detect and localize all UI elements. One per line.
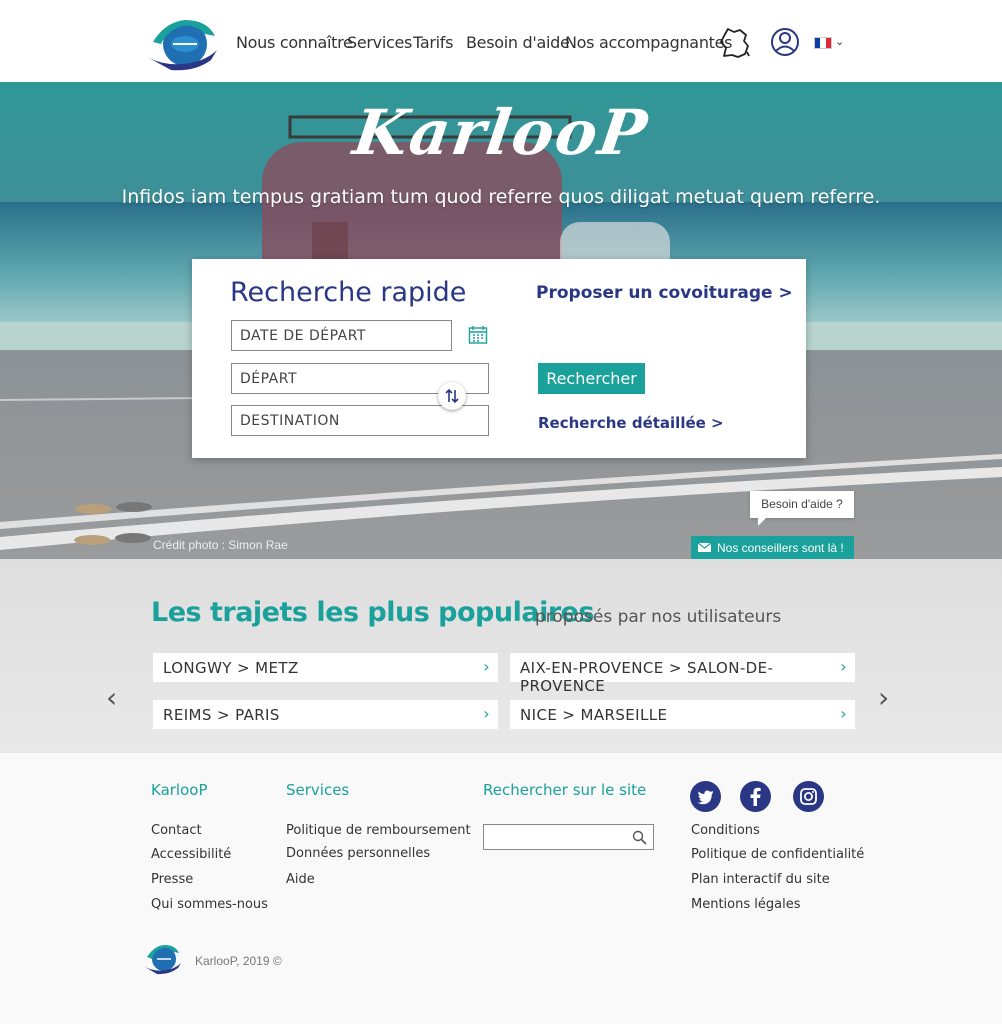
nav-tarifs[interactable]: Tarifs	[413, 33, 453, 52]
route-label: LONGWY > METZ	[163, 659, 299, 677]
route-item[interactable]: NICE > MARSEILLE ›	[510, 700, 855, 729]
route-label: NICE > MARSEILLE	[520, 706, 668, 724]
swap-arrows-icon	[445, 388, 459, 404]
footer-link-qui-sommes-nous[interactable]: Qui sommes-nous	[151, 897, 268, 912]
route-item[interactable]: REIMS > PARIS ›	[153, 700, 498, 729]
detailed-search-link[interactable]: Recherche détaillée >	[538, 414, 724, 432]
facebook-icon[interactable]	[740, 781, 771, 812]
instagram-icon[interactable]	[793, 781, 824, 812]
route-item[interactable]: LONGWY > METZ ›	[153, 653, 498, 682]
hero-brand-title: KarlooP	[349, 96, 653, 169]
nav-nos-accompagnantes[interactable]: Nos accompagnantes	[565, 33, 733, 52]
advisors-chat-button[interactable]: Nos conseillers sont là !	[691, 536, 854, 559]
popular-routes-section: Les trajets les plus populaires proposés…	[0, 559, 1002, 753]
footer-link-contact[interactable]: Contact	[151, 823, 202, 838]
footer-copyright: KarlooP, 2019 ©	[195, 954, 282, 968]
swap-locations-button[interactable]	[438, 382, 466, 410]
popular-routes-subtitle: proposés par nos utilisateurs	[535, 607, 782, 627]
karloop-logo[interactable]	[145, 12, 221, 72]
footer-search-input[interactable]	[483, 824, 654, 850]
hero-tagline: Infidos iam tempus gratiam tum quod refe…	[121, 186, 881, 208]
nav-nous-connaitre[interactable]: Nous connaître	[236, 33, 353, 52]
site-header: Nous connaître Services Tarifs Besoin d'…	[0, 0, 1002, 82]
search-icon[interactable]	[632, 830, 647, 845]
france-map-icon[interactable]	[718, 26, 752, 60]
chevron-right-icon: ›	[840, 657, 847, 676]
footer-link-confidentialite[interactable]: Politique de confidentialité	[691, 847, 864, 862]
user-icon[interactable]	[770, 27, 800, 57]
propose-carpool-link[interactable]: Proposer un covoiturage >	[536, 283, 793, 303]
photo-credit: Crédit photo : Simon Rae	[153, 538, 288, 552]
site-footer: KarlooP Contact Accessibilité Presse Qui…	[0, 753, 1002, 1024]
carousel-next-icon[interactable]: ›	[878, 681, 889, 714]
twitter-icon[interactable]	[690, 781, 721, 812]
departure-date-field[interactable]: DATE DE DÉPART	[231, 320, 452, 351]
mail-icon	[698, 543, 711, 552]
hero-banner: KarlooP Infidos iam tempus gratiam tum q…	[0, 82, 1002, 559]
nav-besoin-aide[interactable]: Besoin d'aide	[466, 33, 570, 52]
footer-link-presse[interactable]: Presse	[151, 872, 193, 887]
footer-link-accessibilite[interactable]: Accessibilité	[151, 847, 231, 862]
footer-link-donnees-personnelles[interactable]: Données personnelles	[286, 846, 430, 861]
footer-link-aide[interactable]: Aide	[286, 872, 315, 887]
footer-link-remboursement[interactable]: Politique de remboursement	[286, 823, 471, 838]
footer-search-title: Rechercher sur le site	[483, 781, 647, 799]
footer-logo[interactable]	[143, 941, 183, 975]
footer-link-mentions-legales[interactable]: Mentions légales	[691, 897, 800, 912]
footer-link-plan-site[interactable]: Plan interactif du site	[691, 872, 830, 887]
quick-search-panel: Recherche rapide DATE DE DÉPART DÉPART D…	[192, 259, 806, 458]
calendar-icon[interactable]	[468, 325, 488, 345]
advisors-label: Nos conseillers sont là !	[717, 541, 844, 555]
nav-services[interactable]: Services	[347, 33, 412, 52]
quick-search-title: Recherche rapide	[230, 277, 467, 308]
chevron-right-icon: ›	[483, 657, 490, 676]
route-label: AIX-EN-PROVENCE > SALON-DE-PROVENCE	[520, 659, 774, 695]
help-bubble[interactable]: Besoin d'aide ?	[750, 491, 854, 526]
popular-routes-title: Les trajets les plus populaires	[151, 597, 595, 628]
chevron-down-icon[interactable]: ⌄	[835, 35, 844, 48]
route-item[interactable]: AIX-EN-PROVENCE > SALON-DE-PROVENCE ›	[510, 653, 855, 695]
footer-link-conditions[interactable]: Conditions	[691, 823, 760, 838]
search-button[interactable]: Rechercher	[538, 363, 645, 394]
footer-col-services-title: Services	[286, 781, 350, 799]
footer-col-karloop-title: KarlooP	[151, 781, 208, 799]
route-label: REIMS > PARIS	[163, 706, 280, 724]
carousel-prev-icon[interactable]: ‹	[106, 681, 117, 714]
flag-fr-icon[interactable]	[814, 37, 832, 49]
chevron-right-icon: ›	[840, 704, 847, 723]
chevron-right-icon: ›	[483, 704, 490, 723]
